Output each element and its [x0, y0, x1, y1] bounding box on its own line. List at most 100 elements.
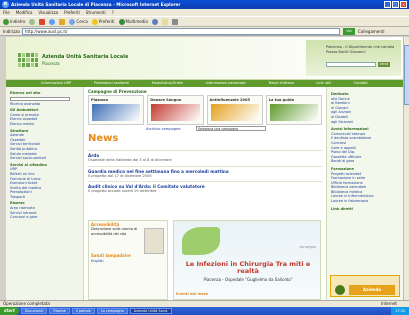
menu-item-4[interactable]: Strumenti: [86, 9, 106, 16]
forward-button[interactable]: [29, 18, 36, 25]
campaign-card[interactable]: Donare Sangue: [147, 95, 204, 125]
search-button[interactable]: Cerca: [69, 18, 88, 25]
conference-label: convegno: [299, 245, 316, 249]
sidebar-link[interactable]: Servizi socio-sanitari: [10, 156, 79, 161]
sidebar-link[interactable]: Concorsi e gare: [10, 215, 79, 220]
campaign-card[interactable]: Plasmon: [88, 95, 145, 125]
nav-item-0[interactable]: Informazioni URP: [41, 80, 71, 87]
news-headline[interactable]: Arda: [88, 150, 322, 158]
site-search-button[interactable]: cerca: [378, 62, 390, 67]
go-button[interactable]: Vai: [343, 28, 355, 35]
nav-item-6[interactable]: Contatti: [354, 80, 368, 87]
right-sidebar-link[interactable]: Bandi di gara: [331, 159, 399, 164]
nav-item-2[interactable]: Modulistica/Ordini: [152, 80, 183, 87]
print-icon: [171, 18, 178, 25]
taskbar-task[interactable]: Documenti: [20, 308, 48, 314]
logo-cell: [18, 58, 22, 62]
window-controls: _ □ ×: [384, 1, 407, 8]
sponsor-banner[interactable]: Azienda: [330, 275, 400, 297]
stop-button[interactable]: [39, 18, 46, 25]
campaign-card[interactable]: La tua guida: [265, 95, 322, 125]
vertical-scrollbar[interactable]: [403, 37, 409, 300]
favorites-button[interactable]: Preferiti: [91, 18, 115, 25]
document-thumbnail[interactable]: [144, 228, 164, 255]
refresh-icon: [49, 18, 56, 25]
logo-cell: [30, 53, 34, 57]
events-link[interactable]: Eventi del mese: [176, 292, 208, 297]
print-button[interactable]: [171, 18, 178, 25]
media-button[interactable]: Multimedia: [118, 18, 148, 25]
address-bar: Indirizzo http://www.ausl.pc.it/ Vai Col…: [0, 27, 409, 36]
refresh-button[interactable]: [49, 18, 56, 25]
nav-item-4[interactable]: Tempi d'attesa: [268, 80, 294, 87]
star-icon: [91, 18, 98, 25]
main-nav: Informazioni URP Prestazioni sanitarie Mod…: [6, 80, 403, 87]
forward-arrow-icon: [29, 18, 36, 25]
campaign-card[interactable]: Antinfluenzale 2005: [206, 95, 263, 125]
minimize-icon[interactable]: _: [384, 1, 391, 8]
taskbar-task[interactable]: Il portale: [71, 308, 95, 314]
news-headline[interactable]: Audit clinico su Val d'Arda: il Comitato…: [88, 181, 322, 189]
back-button[interactable]: Indietro: [3, 18, 25, 25]
right-sidebar-link[interactable]: Lauree in fisioterapia: [331, 199, 399, 204]
logo-cell: [34, 53, 38, 57]
logo-cell: [34, 58, 38, 62]
start-button[interactable]: start: [0, 307, 19, 315]
archive-link[interactable]: Archivio campagne: [146, 127, 181, 132]
close-icon[interactable]: ×: [400, 1, 407, 8]
left-search-input[interactable]: [10, 96, 70, 101]
address-input[interactable]: http://www.ausl.pc.it/: [22, 28, 340, 35]
media-icon: [118, 18, 125, 25]
taskbar-task[interactable]: Azienda Unità Sanit.: [129, 308, 173, 314]
news-summary: Il progetto dal 17 di dicembre 2005: [88, 173, 152, 178]
home-icon: [59, 18, 66, 25]
news-heading: News: [88, 133, 119, 144]
nav-item-5[interactable]: Link utili: [316, 80, 331, 87]
logo-cell: [18, 63, 22, 67]
campaign-title: Plasmon: [91, 98, 109, 102]
site-search-input[interactable]: [326, 62, 376, 67]
maximize-icon[interactable]: □: [392, 1, 399, 8]
accessibility-box: Accessibilità Descrizione sulla norma di…: [88, 220, 168, 300]
nav-item-1[interactable]: Prestazioni sanitarie: [94, 80, 129, 87]
direct-links-heading: Link diretti: [331, 206, 353, 211]
menu-item-2[interactable]: Visualizza: [38, 9, 58, 16]
ausl-logo[interactable]: [18, 53, 38, 67]
logo-cell: [22, 53, 26, 57]
taskbar: start Documenti Risorse Il portale La campa…: [0, 307, 409, 315]
history-button[interactable]: [151, 18, 158, 25]
campaigns-heading: Campagne di Prevenzione: [88, 89, 147, 94]
taskbar-task[interactable]: Risorse: [49, 308, 70, 314]
nav-item-3[interactable]: Informazioni personale: [206, 80, 246, 87]
english-link[interactable]: English: [91, 259, 165, 263]
campaign-select[interactable]: Seleziona una campagna: [196, 126, 266, 131]
menu-item-0[interactable]: File: [3, 9, 10, 16]
sidebar-link[interactable]: Elenco medici: [10, 122, 79, 127]
home-button[interactable]: [59, 18, 66, 25]
right-sidebar-link[interactable]: agli Stranieri: [331, 120, 399, 125]
stop-icon: [39, 18, 46, 25]
menu-item-5[interactable]: ?: [112, 9, 114, 16]
news-headline[interactable]: Guardia medica nel fine settimana fino a…: [88, 165, 322, 174]
advanced-search-link[interactable]: Ricerca avanzata: [10, 102, 79, 107]
campaign-image: [92, 104, 141, 121]
header-location: Piacenza - Il Dipartimento che cambia Pi…: [326, 45, 395, 54]
sponsor-label: Azienda: [349, 285, 395, 295]
mail-button[interactable]: [161, 18, 168, 25]
sidebar-link[interactable]: Trasporti: [10, 195, 79, 200]
window-title-bar[interactable]: Azienda Unità Sanitaria Locale di Piacen…: [0, 0, 409, 9]
links-button[interactable]: Collegamenti: [358, 28, 385, 35]
news-list: Arda Ospedale della Valdarda dal 5 al 8 d…: [88, 147, 322, 194]
taskbar-task[interactable]: La campagna: [96, 308, 128, 314]
toolbar: Indietro Cerca Preferiti Multimedia: [0, 16, 409, 27]
desktop-screen: Azienda Unità Sanitaria Locale di Piacen…: [0, 0, 409, 315]
conference-headline: Le Infezioni in Chirurgia Tra miti e rea…: [185, 260, 311, 275]
menu-item-1[interactable]: Modifica: [16, 9, 33, 16]
news-summary: Ospedale della Valdarda dal 5 al 8 di di…: [88, 158, 172, 162]
menu-item-3[interactable]: Preferiti: [64, 9, 80, 16]
campaign-image: [151, 104, 200, 121]
window-title: Azienda Unità Sanitaria Locale di Piacen…: [11, 2, 181, 7]
scrollbar-thumb[interactable]: [404, 45, 409, 105]
conference-banner[interactable]: convegno Le Infezioni in Chirurgia Tra m…: [173, 220, 321, 300]
site-header: Azienda Unità Sanitaria Locale Piacenza …: [6, 37, 403, 80]
